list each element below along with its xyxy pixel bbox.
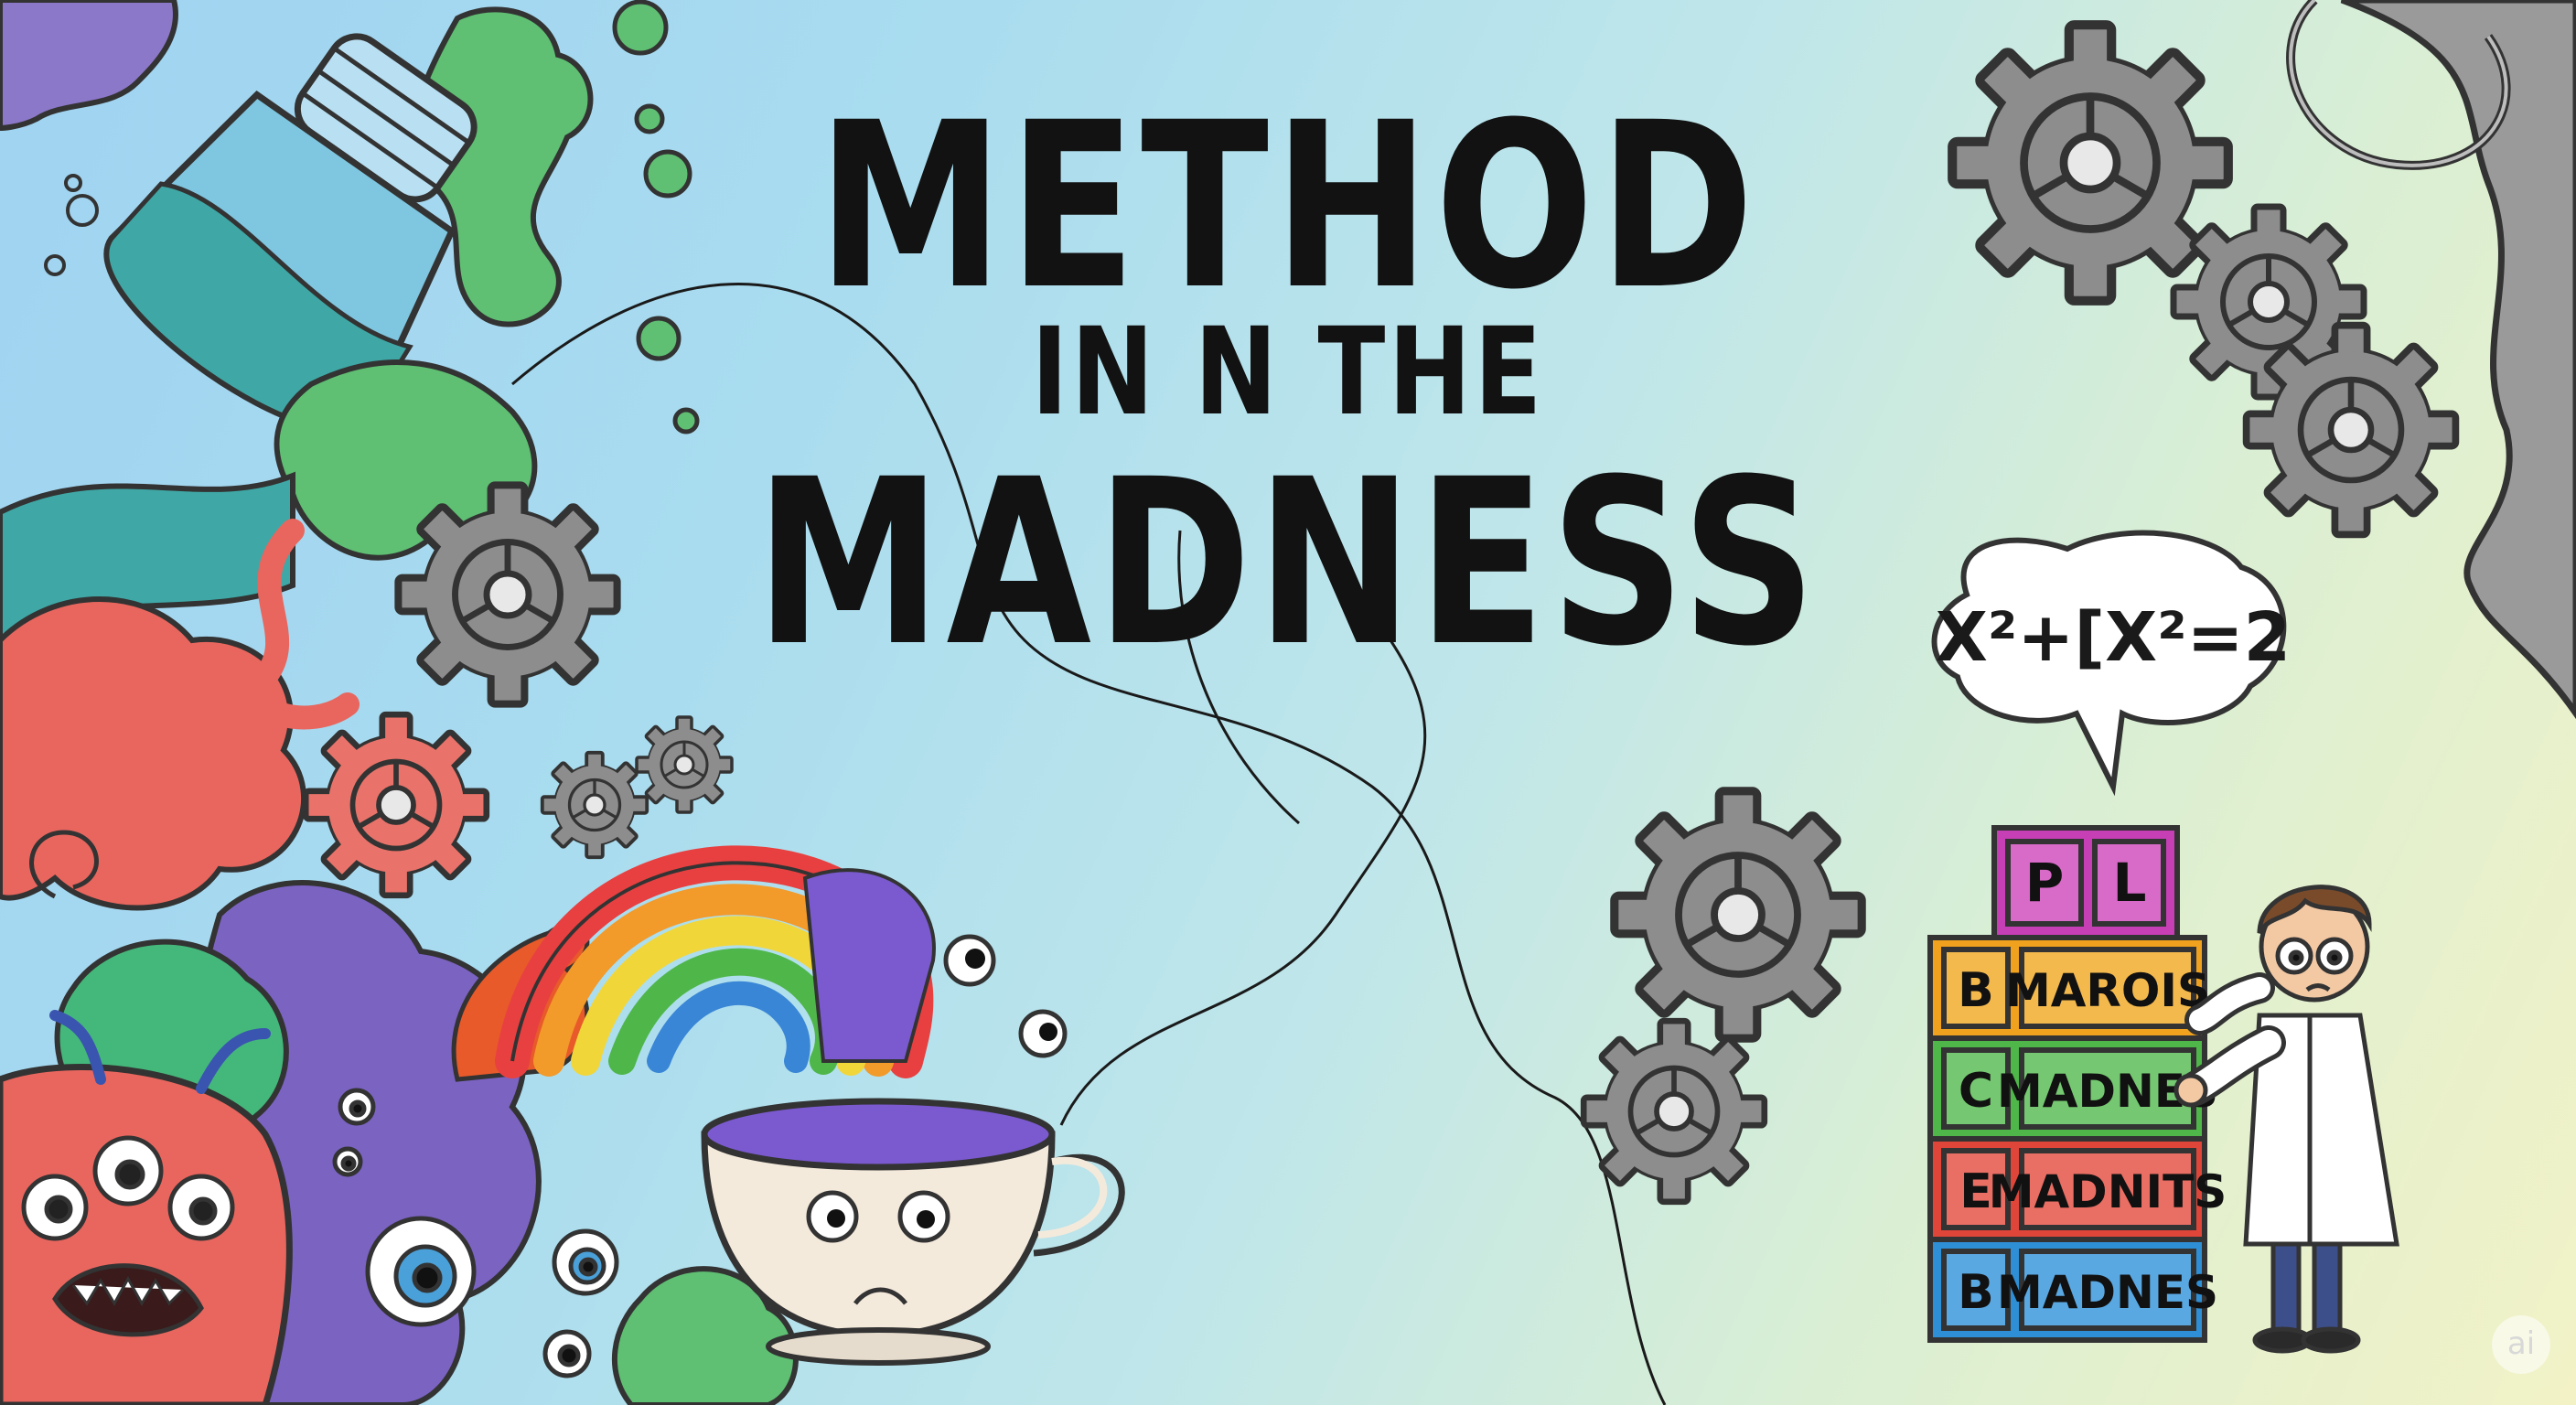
block-row-1-letter: B (1958, 963, 1994, 1018)
gear-icon (306, 714, 487, 896)
block-row-4: B MADNES (1927, 1237, 2218, 1343)
block-row-3-letter: E (1959, 1164, 1992, 1219)
gear-icon (1615, 791, 1862, 1038)
block-row-2-letter: C (1959, 1064, 1993, 1119)
gear-icon (1583, 1021, 1765, 1202)
illustration-canvas: X²+[X²=2 P L B MAROIS C MADNES E MADNITS… (0, 0, 2576, 1405)
block-top-right-letter: L (2113, 852, 2147, 914)
block-row-4-letter: B (1958, 1265, 1994, 1320)
gear-icon (635, 715, 734, 814)
title-line-1: METHOD (817, 73, 1759, 339)
block-row-4-label: MADNES (1997, 1266, 2218, 1319)
rainbow-cup-icon (451, 845, 1125, 1366)
watermark-badge: ai (2492, 1315, 2550, 1374)
block-row-1-label: MAROIS (2005, 964, 2210, 1017)
purple-blob (0, 0, 178, 132)
title-line-2: IN N THE (1031, 302, 1545, 443)
title-line-3: MADNESS (755, 430, 1821, 696)
block-top: P L (1991, 825, 2180, 940)
block-row-3: E MADNITS (1927, 1136, 2227, 1242)
block-top-left-letter: P (2025, 852, 2065, 914)
block-row-3-label: MADNITS (1989, 1165, 2227, 1218)
gear-icon (540, 750, 649, 860)
block-row-1: B MAROIS (1927, 935, 2210, 1041)
